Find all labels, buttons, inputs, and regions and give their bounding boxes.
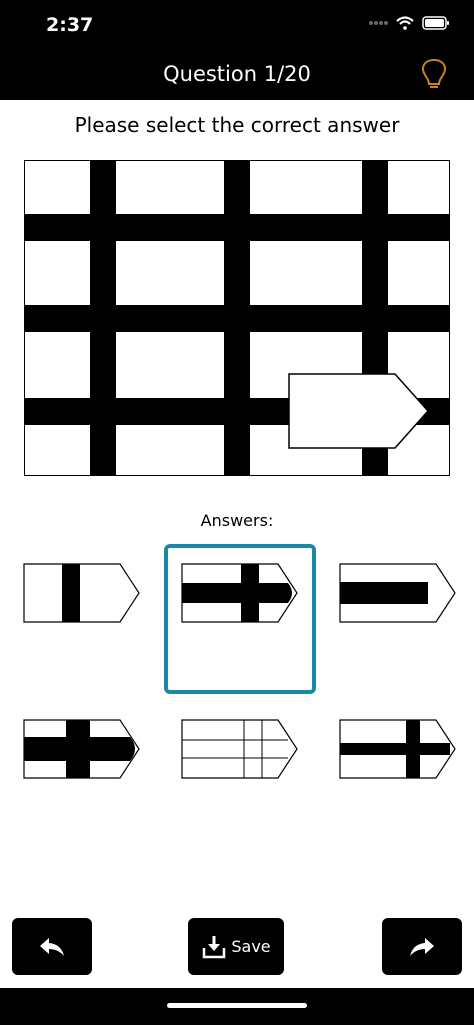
status-icons	[368, 16, 450, 30]
home-indicator[interactable]	[167, 1003, 307, 1008]
forward-button[interactable]	[382, 918, 462, 975]
answer-option-1[interactable]	[22, 560, 142, 630]
lightbulb-icon	[421, 58, 447, 88]
battery-icon	[422, 16, 449, 30]
answer-option-2[interactable]	[164, 544, 316, 694]
signal-icon	[369, 21, 388, 25]
status-time: 2:37	[46, 14, 94, 36]
reply-arrow-icon	[40, 937, 64, 956]
download-tray-icon	[203, 935, 226, 958]
status-bar: 2:37	[0, 0, 474, 50]
bottom-bar	[0, 988, 474, 1025]
nav-title: Question 1/20	[163, 62, 311, 86]
answer-option-3[interactable]	[338, 560, 458, 630]
wifi-icon	[396, 16, 414, 30]
save-button[interactable]: Save	[188, 918, 284, 975]
puzzle-image	[24, 160, 450, 476]
answer-option-5[interactable]	[180, 716, 300, 786]
question-prompt: Please select the correct answer	[74, 113, 400, 137]
answers-label: Answers:	[200, 511, 274, 530]
forward-arrow-icon	[410, 937, 434, 956]
answer-option-2-image	[181, 563, 298, 623]
answer-option-4[interactable]	[22, 716, 142, 786]
save-label: Save	[231, 937, 271, 956]
back-button[interactable]	[12, 918, 92, 975]
nav-bar: Question 1/20	[0, 50, 474, 100]
hint-button[interactable]	[420, 58, 448, 92]
answer-option-6[interactable]	[338, 716, 458, 786]
